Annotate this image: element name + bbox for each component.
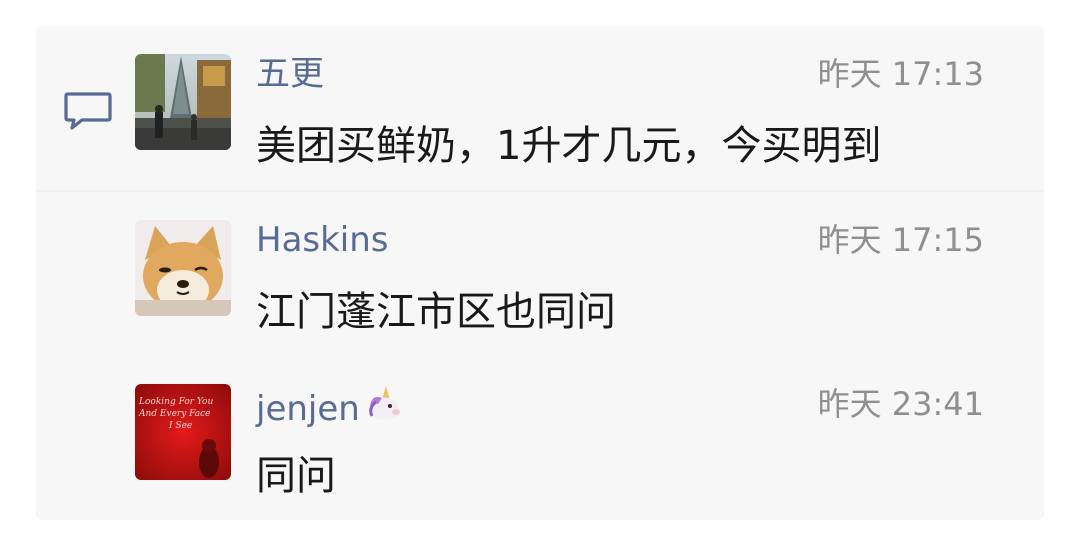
avatar[interactable] xyxy=(135,54,231,150)
comment-text: 同问 xyxy=(256,453,336,499)
author-name[interactable]: jenjen xyxy=(256,384,406,429)
avatar-text: Looking For You xyxy=(138,397,213,407)
avatar-text: And Every Face xyxy=(138,409,211,419)
comment-text: 江门蓬江市区也同问 xyxy=(256,289,616,335)
avatar[interactable]: Looking For You And Every Face I See xyxy=(135,384,231,480)
comment-item[interactable]: Haskins 昨天 17:15 江门蓬江市区也同问 xyxy=(36,192,1044,356)
author-name-text[interactable]: jenjen xyxy=(256,389,360,429)
author-name[interactable]: Haskins xyxy=(256,220,389,260)
comment-item[interactable]: Looking For You And Every Face I See jen… xyxy=(36,356,1044,520)
comment-item[interactable]: 五更 昨天 17:13 美团买鲜奶，1升才几元，今买明到 xyxy=(36,26,1044,192)
comment-time: 昨天 23:41 xyxy=(817,385,984,423)
comment-time: 昨天 17:15 xyxy=(817,221,984,259)
comment-time: 昨天 17:13 xyxy=(817,55,984,93)
avatar-text: I See xyxy=(168,421,192,431)
unicorn-icon xyxy=(364,384,406,424)
avatar[interactable] xyxy=(135,220,231,316)
author-name[interactable]: 五更 xyxy=(256,54,324,94)
comment-text: 美团买鲜奶，1升才几元，今买明到 xyxy=(256,123,882,169)
